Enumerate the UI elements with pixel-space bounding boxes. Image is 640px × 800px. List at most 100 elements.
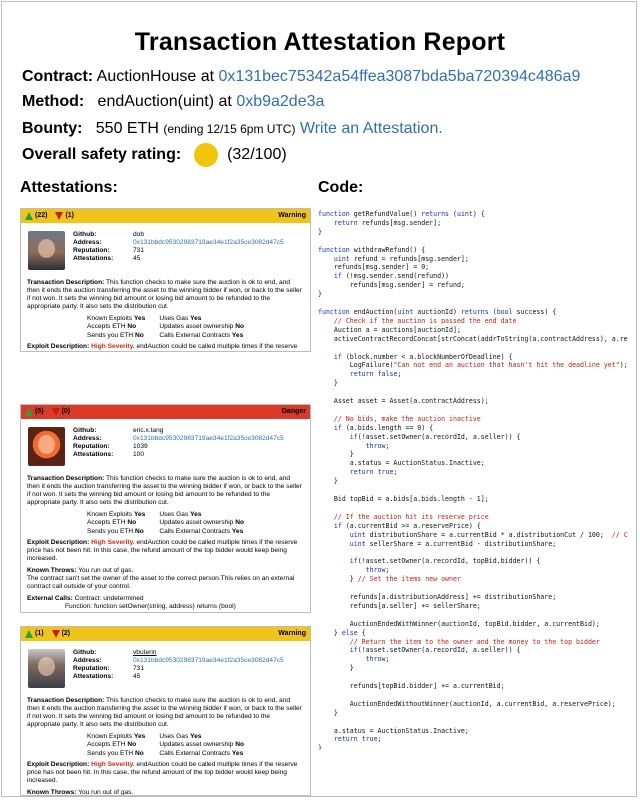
upvote-button[interactable]: (1) xyxy=(25,630,44,638)
check-value: Yes xyxy=(231,527,244,535)
attestations-count: 45 xyxy=(133,673,141,680)
upvote-count: (1) xyxy=(35,629,44,637)
check-item: Known Exploits Yes xyxy=(87,511,145,519)
check-value: No xyxy=(127,741,137,749)
code-line: } xyxy=(318,290,322,299)
check-item: Updates asset ownership No xyxy=(159,323,244,331)
code-line: refunds[a.distributionAddress] += distri… xyxy=(318,592,557,601)
code-line: } xyxy=(318,379,338,388)
method-signature: endAuction(uint) at xyxy=(97,93,232,110)
status-badge: Warning xyxy=(278,629,306,637)
check-value: Yes xyxy=(190,511,202,519)
code-line: uint distributionShare = a.currentBid * … xyxy=(349,530,628,539)
write-attestation-link[interactable]: Write an Attestation. xyxy=(300,120,443,137)
upvote-arrow-icon xyxy=(25,212,33,220)
check-label: Known Exploits xyxy=(87,315,133,323)
upvote-button[interactable]: (5) xyxy=(25,408,44,416)
code-line: a.status = AuctionStatus.Inactive; xyxy=(318,726,469,735)
known-throws-label: Known Throws: xyxy=(27,788,77,796)
attestations-count-label: Attestations: xyxy=(73,451,114,458)
severity-label: High Severity. xyxy=(91,538,135,546)
downvote-arrow-icon xyxy=(51,408,60,416)
github-label: Github: xyxy=(73,231,97,238)
code-line: refunds[a.seller] += sellerShare; xyxy=(318,601,481,610)
method-address-link[interactable]: 0xb9a2de3a xyxy=(236,93,324,110)
external-calls-contract: Contract: undetermined xyxy=(74,595,144,603)
code-line: throw; xyxy=(365,655,390,664)
reputation-label: Reputation: xyxy=(73,443,110,450)
external-calls-function: Function: function setOwner(string, addr… xyxy=(65,603,236,611)
downvote-button[interactable]: (0) xyxy=(51,408,70,416)
check-item: Sends you ETH No xyxy=(87,750,145,758)
code-line: a.status = AuctionStatus.Inactive; xyxy=(318,459,485,468)
transaction-description-label: Transaction Description: xyxy=(27,475,105,482)
check-label: Known Exploits xyxy=(87,511,133,519)
github-handle: dob xyxy=(133,231,145,238)
downvote-count: (1) xyxy=(65,211,75,219)
upvote-arrow-icon xyxy=(25,408,33,416)
attestations-count-label: Attestations: xyxy=(73,673,114,680)
check-value: No xyxy=(135,331,144,339)
downvote-button[interactable]: (1) xyxy=(55,212,74,220)
code-line: if (!msg.sender.send(refund)) xyxy=(333,272,450,281)
check-label: Updates asset ownership xyxy=(159,741,234,749)
upvote-button[interactable]: (22) xyxy=(25,212,47,220)
check-item: Uses Gas Yes xyxy=(159,315,244,323)
downvote-button[interactable]: (2) xyxy=(51,630,70,638)
check-label: Sends you ETH xyxy=(87,527,134,535)
safety-label: Overall safety rating: xyxy=(22,146,182,164)
known-throws-text: The contract can't set the owner of the … xyxy=(27,575,295,591)
transaction-description-label: Transaction Description: xyxy=(27,697,105,704)
code-line: throw; xyxy=(365,441,390,450)
external-calls-label: External Calls: xyxy=(27,595,73,603)
attestation-header: (22) (1) Warning xyxy=(21,209,310,223)
github-handle[interactable]: vbuterin xyxy=(133,649,156,657)
attestations-count-label: Attestations: xyxy=(73,255,114,262)
attester-address-link[interactable]: 0x131bbdc95302983719ae34e1f2a35ce3082d47… xyxy=(133,657,284,665)
attester-profile: Github: vbuterin Address: 0x131bbdc9530298… xyxy=(21,641,310,697)
exploit-description-label: Exploit Description: xyxy=(27,342,90,350)
check-item: Known Exploits Yes xyxy=(87,315,145,323)
reputation-value: 731 xyxy=(133,247,145,254)
check-label: Known Exploits xyxy=(87,733,133,741)
contract-address-link[interactable]: 0x131bec75342a54ffea3087bda5ba720394c486… xyxy=(219,68,581,85)
check-value: No xyxy=(235,323,244,331)
check-label: Accepts ETH xyxy=(87,323,126,331)
code-line: return true; xyxy=(333,735,382,744)
known-throws: Known Throws: You run out of gas.The con… xyxy=(27,567,304,591)
check-value: Yes xyxy=(133,315,146,323)
external-calls: External Calls: Contract: undetermined Fu… xyxy=(27,595,304,611)
check-value: Yes xyxy=(190,733,202,741)
attester-address-link[interactable]: 0x131bbdc95302983719ae34e1f2a35ce3082d47… xyxy=(133,239,284,247)
check-label: Accepts ETH xyxy=(87,519,126,527)
github-label: Github: xyxy=(73,427,97,434)
github-handle: eric.x.tang xyxy=(133,427,164,434)
check-label: Updates asset ownership xyxy=(159,323,234,331)
attestation-header: (5) (0) Danger xyxy=(21,405,310,419)
code-line: } xyxy=(318,708,338,717)
code-line: if (a.currentBid >= a.reservePrice) { xyxy=(333,521,481,530)
code-block: function getRefundValue() returns (uint)… xyxy=(318,210,628,750)
code-line: function withdrawRefund() { xyxy=(318,245,426,254)
check-item: Updates asset ownership No xyxy=(159,519,244,527)
code-line: refunds[msg.sender] = 0; xyxy=(318,263,430,272)
code-line: if(!asset.setOwner(a.recordId, a.seller)… xyxy=(349,432,521,441)
code-line: refunds[topBid.bidder] += a.currentBid; xyxy=(318,682,505,691)
upvote-count: (5) xyxy=(35,407,44,415)
code-line: if(!asset.setOwner(a.recordId, a.seller)… xyxy=(349,646,521,655)
check-item: Sends you ETH No xyxy=(87,332,145,340)
code-line: } xyxy=(318,664,354,673)
upvote-count: (22) xyxy=(35,211,48,219)
code-line: return refunds[msg.sender]; xyxy=(333,218,442,227)
attester-address-link[interactable]: 0x131bbdc95302983719ae34e1f2a35ce3082d47… xyxy=(133,435,284,443)
code-line: } xyxy=(318,744,322,750)
check-item: Calls External Contracts Yes xyxy=(159,528,244,536)
code-line: // No bids, make the auction inactive xyxy=(318,414,481,423)
check-value: Yes xyxy=(231,331,244,339)
code-heading: Code: xyxy=(318,179,364,196)
